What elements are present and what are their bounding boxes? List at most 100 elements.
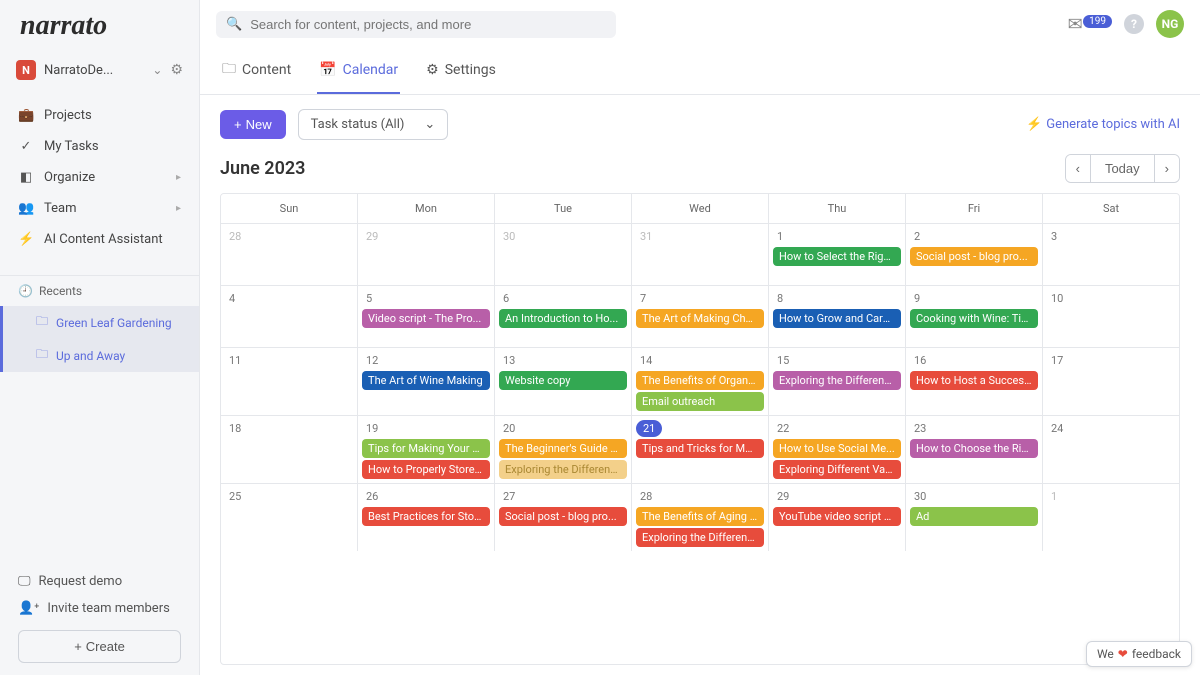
calendar-cell[interactable]: 24: [1043, 415, 1179, 483]
calendar-cell[interactable]: 9Cooking with Wine: Tip...: [906, 285, 1043, 347]
tab-calendar[interactable]: 📅Calendar: [317, 48, 400, 94]
calendar-event[interactable]: How to Properly Store ...: [362, 460, 490, 479]
calendar-event[interactable]: Ad: [910, 507, 1038, 526]
avatar[interactable]: NG: [1156, 10, 1184, 38]
calendar-cell[interactable]: 25: [221, 483, 358, 551]
calendar-event[interactable]: Cooking with Wine: Tip...: [910, 309, 1038, 328]
next-month-button[interactable]: ›: [1155, 155, 1179, 182]
calendar-event[interactable]: Email outreach: [636, 392, 764, 411]
cell-date: 19: [362, 420, 382, 437]
calendar-cell[interactable]: 26Best Practices for Stori...: [358, 483, 495, 551]
calendar-event[interactable]: The Benefits of Organi...: [636, 371, 764, 390]
calendar-event[interactable]: Social post - blog pro...: [910, 247, 1038, 266]
calendar-cell[interactable]: 23 How to Choose the Rig...: [906, 415, 1043, 483]
calendar-cell[interactable]: 6An Introduction to Ho...: [495, 285, 632, 347]
calendar-cell[interactable]: 21Tips and Tricks for Ma...: [632, 415, 769, 483]
recent-item[interactable]: 🗀Green Leaf Gardening: [0, 306, 199, 339]
calendar-cell[interactable]: 16How to Host a Succes...: [906, 347, 1043, 415]
generate-topics-link[interactable]: ⚡ Generate topics with AI: [1026, 117, 1180, 132]
cell-date: 13: [499, 352, 519, 369]
calendar-cell[interactable]: 29: [358, 223, 495, 285]
feedback-widget[interactable]: We ❤ feedback: [1086, 641, 1192, 667]
calendar-event[interactable]: How to Use Social Me...: [773, 439, 901, 458]
calendar-event[interactable]: How to Grow and Care...: [773, 309, 901, 328]
calendar-cell[interactable]: 7The Art of Making Che...: [632, 285, 769, 347]
sidebar-item-projects[interactable]: 💼Projects: [0, 100, 199, 131]
calendar-cell[interactable]: 28 The Benefits of Aging ... Exploring the…: [632, 483, 769, 551]
calendar-cell[interactable]: 3: [1043, 223, 1179, 285]
calendar-event[interactable]: The Art of Making Che...: [636, 309, 764, 328]
workspace-selector[interactable]: N NarratoDe... ⌄ ⚙: [0, 52, 199, 88]
help-button[interactable]: ?: [1124, 14, 1144, 34]
plus-icon: +: [234, 117, 242, 132]
search-box[interactable]: 🔍: [216, 11, 616, 38]
calendar-event[interactable]: Exploring the Different ...: [499, 460, 627, 479]
calendar-cell[interactable]: 11: [221, 347, 358, 415]
calendar-cell[interactable]: 4: [221, 285, 358, 347]
calendar-cell[interactable]: 18: [221, 415, 358, 483]
calendar-cell[interactable]: 13 Website copy: [495, 347, 632, 415]
calendar-cell[interactable]: 31: [632, 223, 769, 285]
calendar-cell[interactable]: 8How to Grow and Care...: [769, 285, 906, 347]
calendar-event[interactable]: Best Practices for Stori...: [362, 507, 490, 526]
calendar-event[interactable]: Exploring Different Vari...: [773, 460, 901, 479]
calendar-cell[interactable]: 1How to Select the Righ...: [769, 223, 906, 285]
calendar-cell[interactable]: 5Video script - The Pro...: [358, 285, 495, 347]
calendar-event[interactable]: Tips for Making Your O...: [362, 439, 490, 458]
nav-label: Organize: [44, 170, 166, 185]
calendar-event[interactable]: Tips and Tricks for Ma...: [636, 439, 764, 458]
cell-date: 29: [362, 228, 382, 245]
calendar-cell[interactable]: 27Social post - blog pro...: [495, 483, 632, 551]
calendar-event[interactable]: The Art of Wine Making: [362, 371, 490, 390]
calendar-cell[interactable]: 14The Benefits of Organi...Email outreac…: [632, 347, 769, 415]
calendar-cell[interactable]: 20The Beginner's Guide t...Exploring the…: [495, 415, 632, 483]
calendar-event[interactable]: The Benefits of Aging ...: [636, 507, 764, 526]
tab-settings[interactable]: ⚙Settings: [424, 48, 498, 94]
calendar-event[interactable]: How to Host a Succes...: [910, 371, 1038, 390]
notifications-button[interactable]: ✉ 199: [1068, 14, 1112, 35]
calendar-event[interactable]: An Introduction to Ho...: [499, 309, 627, 328]
new-button[interactable]: + New: [220, 110, 286, 139]
calendar-cell[interactable]: 29YouTube video script o...: [769, 483, 906, 551]
calendar-event[interactable]: How to Choose the Rig...: [910, 439, 1038, 458]
calendar-cell[interactable]: 30: [495, 223, 632, 285]
gear-icon[interactable]: ⚙: [170, 62, 183, 78]
sidebar: narrato N NarratoDe... ⌄ ⚙ 💼Projects✓My …: [0, 0, 200, 675]
calendar-cell[interactable]: 30Ad: [906, 483, 1043, 551]
tab-content[interactable]: 🗀Content: [220, 48, 293, 94]
calendar-event[interactable]: Social post - blog pro...: [499, 507, 627, 526]
create-button[interactable]: + Create: [18, 630, 181, 663]
invite-link[interactable]: 👤⁺ Invite team members: [18, 595, 181, 622]
calendar-event[interactable]: Exploring the Different ...: [773, 371, 901, 390]
sidebar-item-ai-content-assistant[interactable]: ⚡AI Content Assistant: [0, 224, 199, 255]
calendar-cell[interactable]: 17: [1043, 347, 1179, 415]
cell-date: 28: [636, 488, 656, 505]
task-status-select[interactable]: Task status (All) ⌄: [298, 109, 449, 140]
cell-date: 23: [910, 420, 930, 437]
prev-month-button[interactable]: ‹: [1066, 155, 1090, 182]
calendar-event[interactable]: YouTube video script o...: [773, 507, 901, 526]
calendar-cell[interactable]: 1: [1043, 483, 1179, 551]
chevron-down-icon[interactable]: ⌄: [152, 63, 162, 77]
search-input[interactable]: [250, 17, 606, 32]
today-button[interactable]: Today: [1090, 155, 1155, 182]
calendar-event[interactable]: Exploring the Different ...: [636, 528, 764, 547]
calendar-event[interactable]: Video script - The Pro...: [362, 309, 490, 328]
request-demo-link[interactable]: 🖵 Request demo: [18, 568, 181, 595]
calendar-event[interactable]: Website copy: [499, 371, 627, 390]
calendar-cell[interactable]: 15Exploring the Different ...: [769, 347, 906, 415]
sidebar-item-team[interactable]: 👥Team▸: [0, 193, 199, 224]
calendar-event[interactable]: The Beginner's Guide t...: [499, 439, 627, 458]
calendar-cell[interactable]: 22How to Use Social Me...Exploring Diffe…: [769, 415, 906, 483]
calendar-cell[interactable]: 10: [1043, 285, 1179, 347]
calendar-event[interactable]: How to Select the Righ...: [773, 247, 901, 266]
sidebar-item-organize[interactable]: ◧Organize▸: [0, 162, 199, 193]
folder-icon: 🗀: [36, 345, 48, 366]
sidebar-item-my-tasks[interactable]: ✓My Tasks: [0, 131, 199, 162]
workspace-name: NarratoDe...: [44, 63, 144, 78]
calendar-cell[interactable]: 19 Tips for Making Your O... How to Proper…: [358, 415, 495, 483]
calendar-cell[interactable]: 28: [221, 223, 358, 285]
recent-item[interactable]: 🗀Up and Away: [0, 339, 199, 372]
calendar-cell[interactable]: 12The Art of Wine Making: [358, 347, 495, 415]
calendar-cell[interactable]: 2Social post - blog pro...: [906, 223, 1043, 285]
